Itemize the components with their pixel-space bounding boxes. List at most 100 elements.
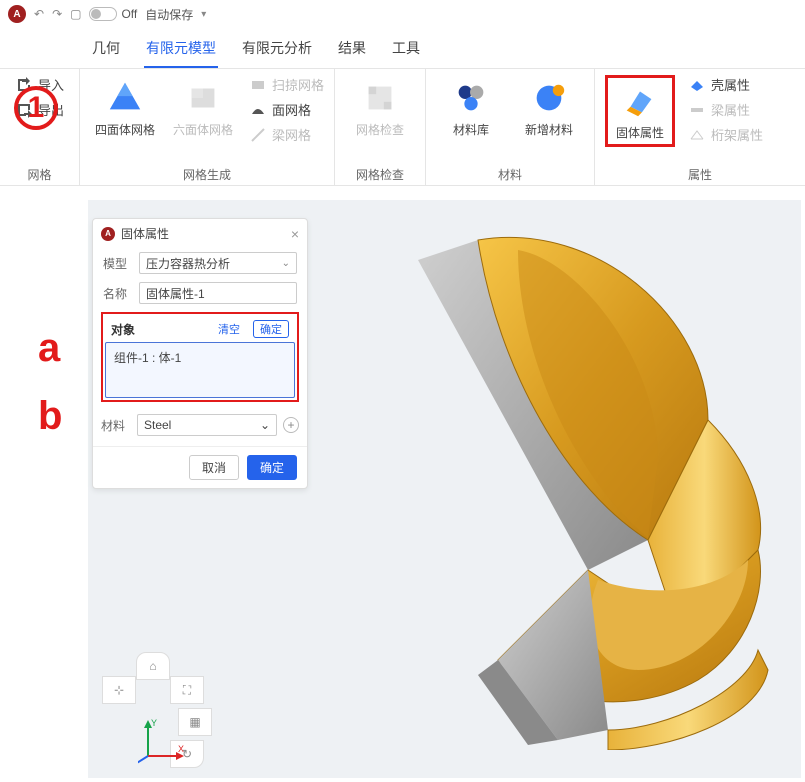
material-row: 材料 Steel ⌄ +	[93, 408, 307, 446]
ribbon-group-material: 材料库 新增材料 材料	[426, 69, 595, 185]
confirm-object-button[interactable]: 确定	[253, 320, 289, 338]
panel-footer: 取消 确定	[93, 446, 307, 488]
mat-lib-button[interactable]: 材料库	[436, 75, 506, 137]
beam-mesh-icon	[250, 127, 266, 143]
add-material-button[interactable]: +	[283, 417, 299, 433]
new-mat-label: 新增材料	[525, 123, 573, 137]
tet-mesh-icon	[106, 79, 144, 117]
tab-geometry[interactable]: 几何	[90, 34, 122, 68]
annotation-b: b	[38, 394, 62, 439]
panel-app-icon: A	[101, 227, 115, 241]
hex-mesh-icon	[184, 79, 222, 117]
tab-result[interactable]: 结果	[336, 34, 368, 68]
solid-prop-button[interactable]: 固体属性	[605, 75, 675, 147]
tab-fem-analysis[interactable]: 有限元分析	[240, 34, 314, 68]
name-label: 名称	[103, 285, 133, 302]
save-icon[interactable]: ▢	[70, 7, 81, 21]
solid-prop-icon	[621, 82, 659, 120]
annotation-1: 1	[14, 86, 58, 130]
model-row: 模型 压力容器热分析 ⌄	[93, 248, 307, 278]
object-selection-box[interactable]: 组件-1 : 体-1	[105, 342, 295, 398]
material-group-label: 材料	[436, 164, 584, 183]
app-icon: A	[8, 5, 26, 23]
solid-property-panel: A 固体属性 × 模型 压力容器热分析 ⌄ 名称 固体属性-1 对象 清空 确定…	[92, 218, 308, 489]
model-select[interactable]: 压力容器热分析 ⌄	[139, 252, 297, 274]
property-group-label: 属性	[605, 164, 795, 183]
mesh-group-label: 网格	[10, 164, 69, 183]
tet-mesh-label: 四面体网格	[95, 123, 155, 137]
shell-prop-button[interactable]: 壳属性	[689, 75, 763, 94]
ribbon-group-meshgen: 四面体网格 六面体网格 扫掠网格 面网格 梁网格	[80, 69, 335, 185]
hex-mesh-button[interactable]: 六面体网格	[168, 75, 238, 137]
beam-prop-label: 梁属性	[711, 100, 750, 119]
object-header: 对象 清空 确定	[105, 316, 295, 342]
autosave-toggle[interactable]: Off	[89, 7, 137, 21]
mat-lib-label: 材料库	[453, 123, 489, 137]
nav-fit-icon[interactable]: ⛶	[170, 676, 204, 704]
panel-header: A 固体属性 ×	[93, 219, 307, 248]
axis-triad-icon: Y X	[138, 716, 188, 766]
mesh-check-button[interactable]: 网格检查	[345, 75, 415, 137]
surf-mesh-button[interactable]: 面网格	[250, 100, 324, 119]
name-value: 固体属性-1	[146, 285, 205, 302]
tab-tool[interactable]: 工具	[390, 34, 422, 68]
model-3d	[348, 230, 788, 750]
solid-prop-label: 固体属性	[616, 126, 664, 140]
meshcheck-group-label: 网格检查	[345, 164, 415, 183]
chevron-down-icon: ⌄	[260, 418, 270, 432]
model-value: 压力容器热分析	[146, 255, 230, 272]
beam-mesh-button[interactable]: 梁网格	[250, 125, 324, 144]
mesh-check-label: 网格检查	[356, 123, 404, 137]
truss-prop-icon	[689, 127, 705, 143]
surf-mesh-icon	[250, 102, 266, 118]
beam-mesh-label: 梁网格	[272, 125, 311, 144]
beam-prop-button[interactable]: 梁属性	[689, 100, 763, 119]
close-icon[interactable]: ×	[291, 226, 299, 242]
sweep-mesh-icon	[250, 77, 266, 93]
ribbon: 导入 导出 网格 四面体网格 六面体网格 扫掠网格	[0, 68, 805, 186]
nav-home-icon[interactable]: ⌂	[136, 652, 170, 680]
nav-axes-icon[interactable]: ⊹	[102, 676, 136, 704]
new-mat-button[interactable]: 新增材料	[514, 75, 584, 137]
svg-text:Y: Y	[151, 718, 157, 728]
meshgen-group-label: 网格生成	[90, 164, 324, 183]
ribbon-group-property: 固体属性 壳属性 梁属性 桁架属性 属性	[595, 69, 805, 185]
material-select[interactable]: Steel ⌄	[137, 414, 277, 436]
shell-prop-icon	[689, 77, 705, 93]
shell-prop-label: 壳属性	[711, 75, 750, 94]
clear-button[interactable]: 清空	[211, 320, 247, 338]
tet-mesh-button[interactable]: 四面体网格	[90, 75, 160, 137]
sweep-mesh-label: 扫掠网格	[272, 75, 324, 94]
object-value: 组件-1 : 体-1	[114, 351, 181, 365]
object-label: 对象	[111, 321, 135, 338]
new-mat-icon	[530, 79, 568, 117]
beam-prop-icon	[689, 102, 705, 118]
annotation-a: a	[38, 326, 60, 371]
hex-mesh-label: 六面体网格	[173, 123, 233, 137]
nav-wheel[interactable]: ⌂ ⊹ ⛶ ▦ ↻ Y X	[94, 652, 214, 772]
truss-prop-label: 桁架属性	[711, 125, 763, 144]
mat-lib-icon	[452, 79, 490, 117]
undo-icon[interactable]: ↶	[34, 7, 44, 21]
cancel-button[interactable]: 取消	[189, 455, 239, 480]
object-block: 对象 清空 确定 组件-1 : 体-1	[101, 312, 299, 402]
chevron-down-icon[interactable]: ▾	[201, 9, 206, 20]
main-tabs: 几何 有限元模型 有限元分析 结果 工具	[0, 28, 805, 68]
annotation-1-text: 1	[28, 91, 45, 125]
autosave-off-label: Off	[121, 7, 137, 21]
name-row: 名称 固体属性-1	[93, 278, 307, 308]
model-label: 模型	[103, 255, 133, 272]
redo-icon[interactable]: ↷	[52, 7, 62, 21]
name-input[interactable]: 固体属性-1	[139, 282, 297, 304]
tab-fem-model[interactable]: 有限元模型	[144, 34, 218, 68]
mesh-check-icon	[361, 79, 399, 117]
material-value: Steel	[144, 418, 171, 432]
ok-button[interactable]: 确定	[247, 455, 297, 480]
panel-title: 固体属性	[121, 225, 169, 242]
chevron-down-icon: ⌄	[282, 258, 290, 269]
switch-icon	[89, 7, 117, 21]
autosave-label: 自动保存	[145, 6, 193, 23]
sweep-mesh-button[interactable]: 扫掠网格	[250, 75, 324, 94]
material-label: 材料	[101, 417, 131, 434]
truss-prop-button[interactable]: 桁架属性	[689, 125, 763, 144]
